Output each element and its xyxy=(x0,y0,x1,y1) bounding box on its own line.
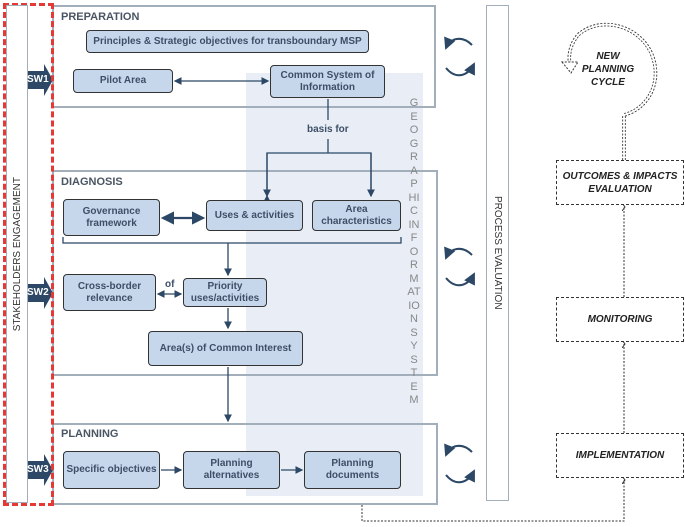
process-evaluation-column: PROCESS EVALUATION xyxy=(486,5,509,501)
msp-process-diagram: PREPARATION DIAGNOSIS PLANNING GEOGRAPHI… xyxy=(0,0,685,527)
new-planning-cycle-label: NEW PLANNING CYCLE xyxy=(581,51,635,88)
sw3-label: SW3 xyxy=(27,464,49,475)
area-characteristics-node: Area characteristics xyxy=(312,200,401,231)
governance-node: Governance framework xyxy=(63,199,160,236)
basis-for-label: basis for xyxy=(307,124,349,135)
planning-alternatives-node: Planning alternatives xyxy=(183,451,280,489)
sw1-label: SW1 xyxy=(27,74,49,85)
rotation-icons xyxy=(444,36,475,484)
principles-node: Principles & Strategic objectives for tr… xyxy=(86,30,369,53)
stakeholders-column: STAKEHOLDERS ENGAGEMENT xyxy=(6,5,28,503)
monitoring-box: MONITORING xyxy=(556,297,684,342)
priority-node: Priority uses/activities xyxy=(183,278,267,307)
cross-border-node: Cross-border relevance xyxy=(63,274,156,311)
csi-node: Common System of Information xyxy=(270,65,385,98)
planning-documents-node: Planning documents xyxy=(304,451,401,489)
pilot-area-node: Pilot Area xyxy=(73,69,173,93)
uses-node: Uses & activities xyxy=(206,200,303,231)
implementation-box: IMPLEMENTATION xyxy=(556,433,684,478)
area-common-interest-node: Area(s) of Common Interest xyxy=(148,331,303,366)
outcomes-evaluation-box: OUTCOMES & IMPACTS EVALUATION xyxy=(556,160,684,205)
specific-objectives-node: Specific objectives xyxy=(63,451,160,489)
sw2-label: SW2 xyxy=(27,287,49,298)
of-label: of xyxy=(165,279,175,290)
